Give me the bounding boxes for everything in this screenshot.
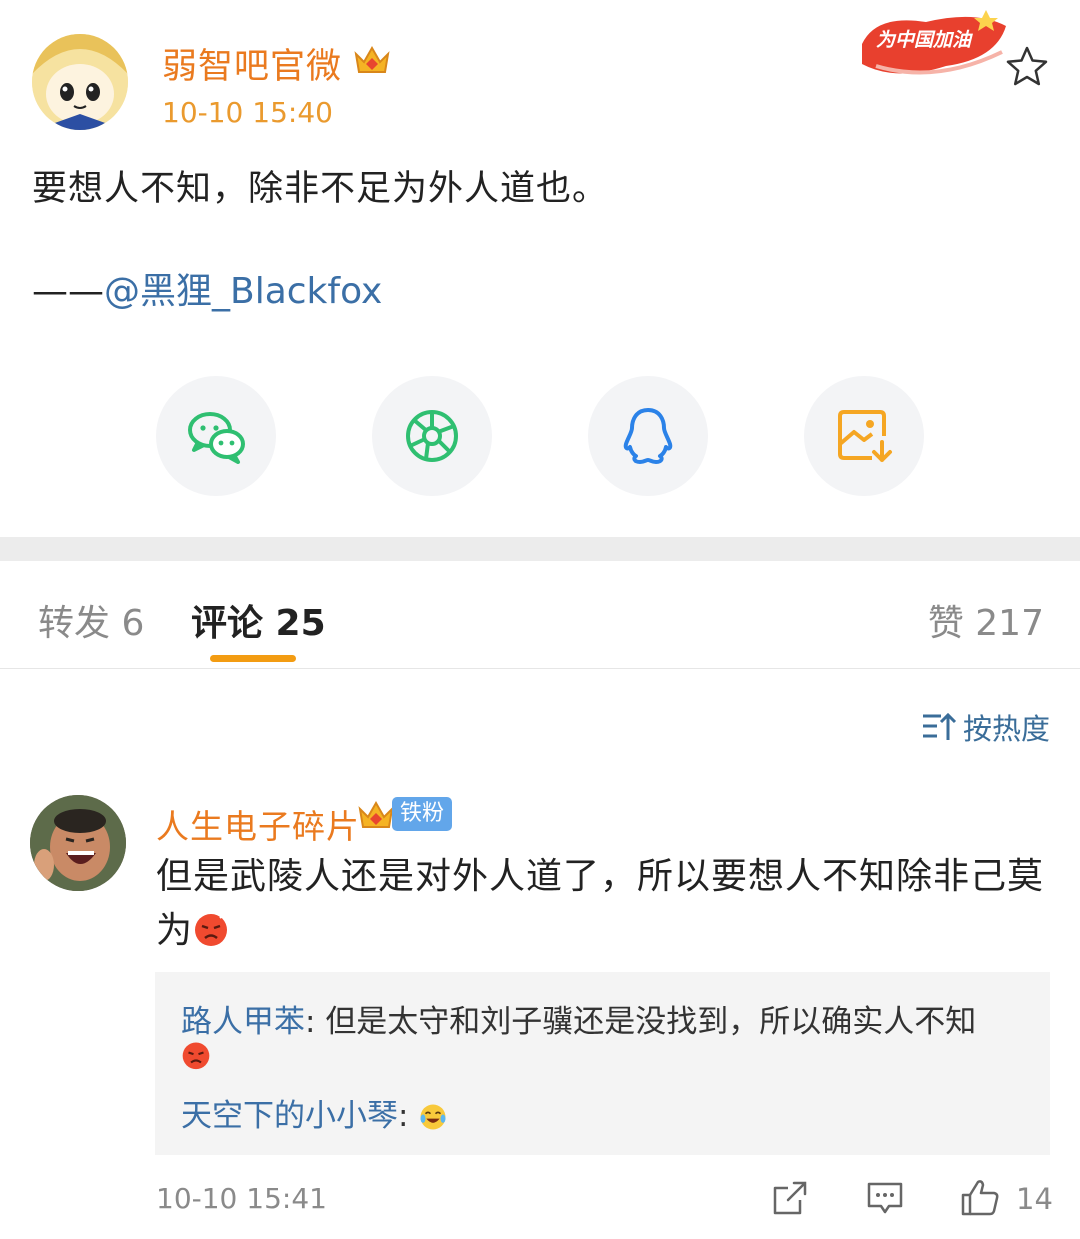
event-badge-text: 为中国加油 bbox=[876, 29, 973, 51]
fan-badge: 铁粉 bbox=[392, 797, 453, 831]
author-avatar[interactable] bbox=[32, 34, 128, 130]
share-comment-icon[interactable] bbox=[770, 1178, 810, 1218]
post-time: 10-10 15:40 bbox=[162, 96, 333, 129]
reply-username[interactable]: 天空下的小小琴 bbox=[181, 1098, 398, 1134]
author-name[interactable]: 弱智吧官微 bbox=[162, 38, 342, 89]
quote-dash: —— bbox=[32, 271, 104, 312]
share-moments-button[interactable] bbox=[372, 376, 492, 496]
active-tab-indicator bbox=[210, 655, 296, 662]
commenter-avatar[interactable] bbox=[30, 795, 126, 891]
angry-emoji-icon bbox=[182, 1042, 210, 1070]
reply-separator: : bbox=[305, 1004, 326, 1040]
member-crown-icon bbox=[356, 795, 396, 835]
reply-separator: : bbox=[398, 1098, 419, 1134]
favorite-star-icon[interactable] bbox=[1004, 44, 1050, 90]
tab-divider bbox=[0, 668, 1080, 669]
post-text: 要想人不知，除非不足为外人道也。 bbox=[32, 169, 609, 209]
save-image-icon bbox=[838, 410, 892, 462]
member-crown-icon bbox=[352, 40, 392, 80]
sort-by-hot-button[interactable]: 按热度 bbox=[921, 706, 1050, 748]
reply-text: 但是太守和刘子骥还是没找到，所以确实人不知 bbox=[325, 1004, 977, 1040]
like-count: 14 bbox=[1016, 1182, 1053, 1216]
tab-repost[interactable]: 转发 6 bbox=[38, 594, 144, 646]
tab-likes[interactable]: 赞 217 bbox=[928, 594, 1044, 646]
laughing-cry-emoji-icon bbox=[420, 1104, 446, 1130]
moments-icon bbox=[406, 410, 458, 462]
replies-box[interactable]: 路人甲苯: 但是太守和刘子骥还是没找到，所以确实人不知 天空下的小小琴: bbox=[155, 972, 1050, 1155]
share-qq-button[interactable] bbox=[588, 376, 708, 496]
section-divider bbox=[0, 537, 1080, 561]
mention-link[interactable]: @黑狸_Blackfox bbox=[104, 271, 382, 312]
comment-text: 但是武陵人还是对外人道了，所以要想人不知除非己莫为 bbox=[156, 850, 1046, 958]
reply-item[interactable]: 天空下的小小琴: bbox=[181, 1090, 448, 1135]
like-icon[interactable] bbox=[960, 1178, 1000, 1218]
comment-text-content: 但是武陵人还是对外人道了，所以要想人不知除非己莫为 bbox=[156, 856, 1045, 951]
sort-label: 按热度 bbox=[962, 712, 1050, 746]
angry-emoji-icon bbox=[195, 912, 228, 946]
wechat-icon bbox=[188, 412, 245, 464]
qq-icon bbox=[623, 408, 673, 464]
reply-username[interactable]: 路人甲苯 bbox=[181, 1004, 305, 1040]
comment-time: 10-10 15:41 bbox=[156, 1182, 327, 1215]
tab-comments[interactable]: 评论 25 bbox=[191, 594, 326, 646]
save-image-button[interactable] bbox=[804, 376, 924, 496]
share-wechat-button[interactable] bbox=[156, 376, 276, 496]
sort-icon bbox=[922, 712, 957, 740]
reply-item[interactable]: 路人甲苯: 但是太守和刘子骥还是没找到，所以确实人不知 bbox=[181, 996, 976, 1041]
reply-comment-icon[interactable] bbox=[865, 1178, 905, 1218]
event-badge: 为中国加油 bbox=[856, 4, 1014, 86]
post-quote: ——@黑狸_Blackfox bbox=[32, 262, 382, 314]
commenter-name[interactable]: 人生电子碎片 bbox=[156, 800, 360, 848]
